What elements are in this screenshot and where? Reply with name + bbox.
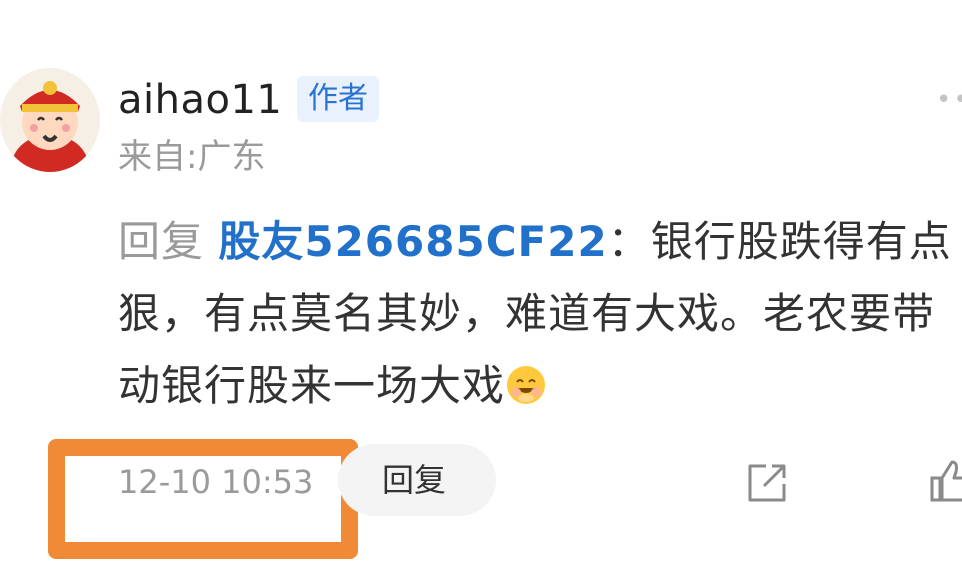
separator: ：	[607, 217, 651, 266]
more-dots-icon[interactable]: ••	[936, 87, 962, 113]
grinning-face-emoji	[505, 356, 547, 404]
reply-button[interactable]: 回复	[338, 444, 496, 516]
share-icon[interactable]	[744, 460, 790, 506]
comment-content: 回复 股友526685CF22：银行股跌得有点狠，有点莫名其妙，难道有大戏。老农…	[118, 206, 954, 422]
reply-prefix: 回复	[118, 217, 219, 266]
username[interactable]: aihao11	[118, 74, 282, 126]
timestamp: 12-10 10:53	[118, 463, 314, 501]
thumbs-up-icon[interactable]	[930, 456, 962, 504]
location: 来自:广东	[118, 137, 266, 177]
avatar-image	[0, 68, 100, 172]
avatar[interactable]	[0, 68, 100, 172]
mention-link[interactable]: 股友526685CF22	[218, 217, 607, 266]
author-badge: 作者	[297, 76, 379, 122]
